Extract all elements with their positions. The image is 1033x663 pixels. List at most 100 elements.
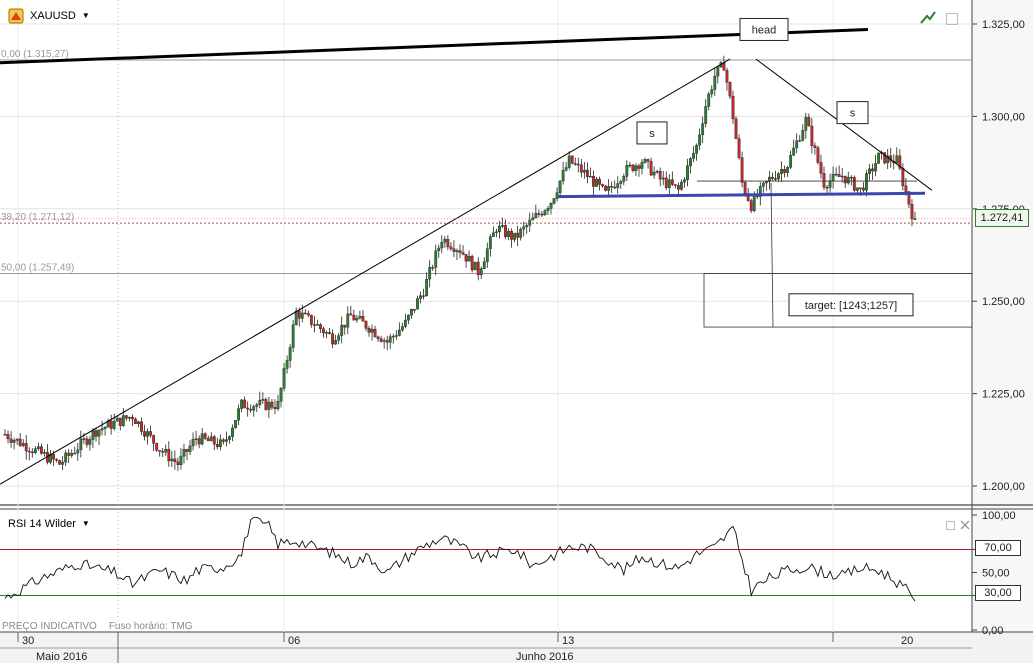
candle-bear (376, 336, 380, 339)
candle-bear (176, 461, 180, 466)
candle-bull (258, 399, 262, 405)
chevron-down-icon: ▼ (81, 11, 90, 20)
candle-bull (346, 313, 350, 328)
indicator-selector[interactable]: RSI 14 Wilder ▼ (8, 518, 90, 530)
candle-bull (100, 428, 104, 431)
candle-bull (240, 399, 243, 409)
candle-bull (855, 187, 859, 191)
candle-bear (871, 168, 874, 172)
candle-bull (686, 165, 689, 180)
candle-bear (825, 186, 829, 189)
restore-pane-icon[interactable] (946, 521, 955, 530)
candle-bear (9, 438, 13, 443)
candle-bull (701, 123, 705, 136)
candle-bear (385, 340, 389, 343)
candle-bull (467, 255, 471, 262)
candle-bull (182, 449, 186, 457)
candle-bull (358, 316, 362, 319)
price-type-label: PREÇO INDICATIVO (2, 621, 97, 632)
candle-bull (225, 439, 228, 442)
candle-bear (504, 225, 507, 237)
candle-bear (30, 451, 34, 454)
candle-bull (704, 106, 708, 124)
candle-bull (416, 298, 419, 310)
candle-bull (294, 310, 298, 326)
drawing-tool-icon[interactable] (920, 10, 936, 24)
symbol-selector[interactable]: XAUUSD ▼ (30, 10, 90, 22)
candle-bear (646, 159, 650, 162)
candle-bear (328, 332, 331, 334)
candle-bull (61, 461, 65, 465)
candle-bear (58, 460, 62, 465)
candle-bull (291, 324, 295, 348)
candle-bull (780, 169, 783, 174)
candle-bear (737, 138, 741, 158)
candle-bull (231, 427, 234, 437)
candle-bear (822, 173, 826, 188)
candle-bull (786, 167, 790, 173)
x-tick-label: 06 (288, 635, 300, 647)
candle-bear (476, 261, 480, 276)
candle-bull (209, 436, 213, 442)
candle-bull (146, 431, 149, 437)
candle-bull (300, 312, 304, 319)
candle-bear (149, 431, 152, 436)
timezone-label: Fuso horário: TMG (108, 621, 193, 632)
candle-bear (613, 186, 617, 189)
candle-bear (273, 407, 277, 409)
candle-bull (127, 416, 131, 419)
candle-bear (309, 314, 313, 325)
candle-bear (849, 177, 853, 179)
candle-bear (249, 408, 253, 411)
candle-bear (774, 178, 777, 180)
candle-bear (819, 162, 823, 174)
candle-bull (595, 178, 598, 187)
candle-bull (546, 208, 550, 211)
candle-bear (55, 459, 58, 461)
maximize-icon[interactable] (946, 13, 958, 25)
candle-bull (501, 225, 504, 227)
candle-bull (513, 232, 517, 240)
candle-bull (764, 181, 768, 184)
candle-bear (130, 416, 134, 420)
candle-bull (831, 173, 835, 181)
candle-bear (449, 246, 453, 249)
candle-bear (18, 438, 22, 446)
candle-bear (807, 117, 811, 127)
candle-bear (464, 254, 468, 262)
y-tick-label: 1.250,00 (982, 296, 1025, 308)
annotation-label: s (850, 108, 856, 120)
candle-bull (868, 168, 871, 174)
candle-bear (771, 176, 774, 179)
candle-bear (24, 443, 28, 452)
candle-bull (400, 326, 404, 331)
candle-bull (437, 247, 441, 252)
candle-bull (528, 219, 532, 226)
candle-bear (379, 338, 383, 342)
candle-bear (904, 185, 908, 192)
candle-bull (652, 171, 656, 176)
candle-bull (255, 404, 259, 407)
candle-bull (710, 89, 714, 95)
candle-bull (21, 443, 25, 446)
candle-bull (79, 438, 83, 451)
candle-bull (340, 324, 344, 336)
candle-bull (655, 170, 659, 173)
close-pane-icon[interactable] (960, 520, 970, 530)
candle-bear (94, 430, 98, 437)
candle-bull (397, 329, 401, 336)
candle-bull (388, 336, 392, 343)
month-label: Junho 2016 (516, 651, 574, 663)
candle-bull (115, 417, 119, 422)
candle-bull (874, 163, 877, 172)
candle-bull (840, 175, 844, 178)
candle-bear (458, 250, 462, 253)
candle-bull (792, 147, 796, 156)
candle-bull (428, 267, 432, 280)
candle-bull (495, 231, 498, 233)
candle-bear (664, 177, 668, 188)
candle-bull (382, 340, 386, 342)
candle-bear (140, 421, 143, 432)
candle-bear (303, 312, 307, 315)
candle-bear (422, 295, 425, 297)
